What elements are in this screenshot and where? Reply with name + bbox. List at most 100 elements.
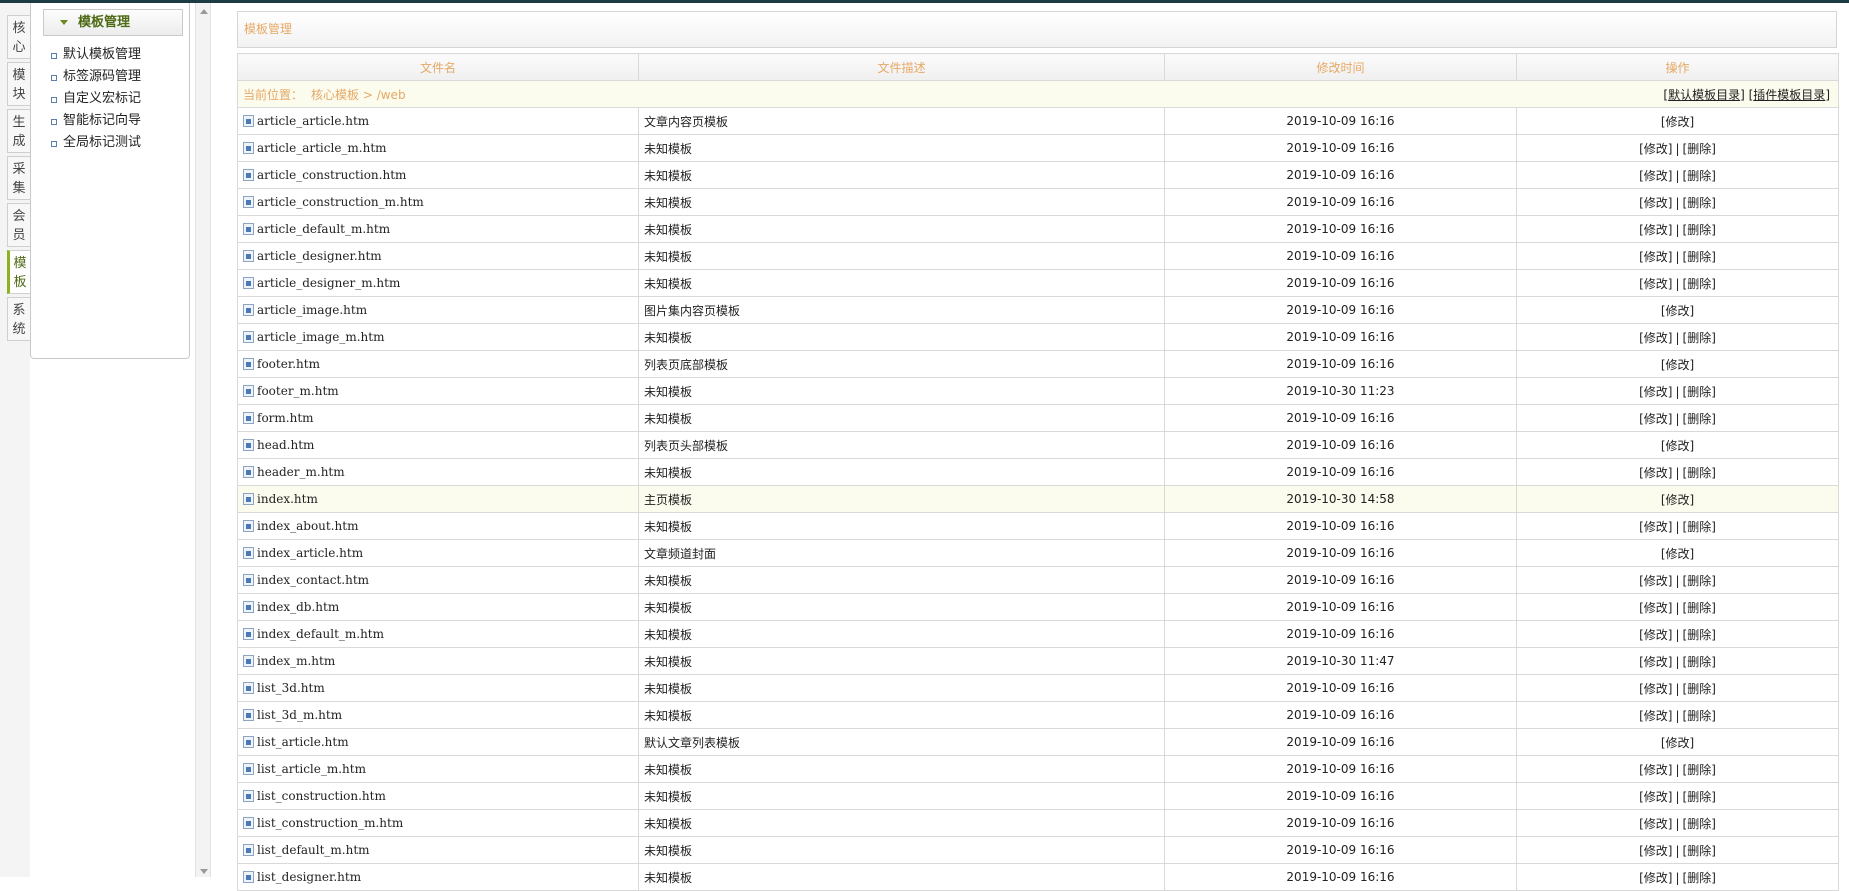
edit-link[interactable]: [修改] (1639, 682, 1672, 696)
filename-link[interactable]: index_default_m.htm (257, 627, 384, 641)
tab-templates[interactable]: 模 板 (7, 250, 30, 294)
delete-link[interactable]: [删除] (1683, 412, 1716, 426)
delete-link[interactable]: [删除] (1683, 142, 1716, 156)
delete-link[interactable]: [删除] (1683, 871, 1716, 885)
filename-link[interactable]: index_about.htm (257, 519, 358, 533)
edit-link[interactable]: [修改] (1639, 169, 1672, 183)
delete-link[interactable]: [删除] (1683, 277, 1716, 291)
filename-link[interactable]: form.htm (257, 411, 314, 425)
delete-link[interactable]: [删除] (1683, 817, 1716, 831)
delete-link[interactable]: [删除] (1683, 520, 1716, 534)
delete-link[interactable]: [删除] (1683, 601, 1716, 615)
tab-modules[interactable]: 模 块 (7, 62, 30, 106)
tab-collect[interactable]: 采 集 (7, 156, 30, 200)
scroll-up-arrow-icon[interactable] (200, 9, 208, 14)
edit-link[interactable]: [修改] (1639, 196, 1672, 210)
filename-link[interactable]: index_contact.htm (257, 573, 369, 587)
delete-link[interactable]: [删除] (1683, 682, 1716, 696)
filename-link[interactable]: article_image_m.htm (257, 330, 385, 344)
tab-members[interactable]: 会 员 (7, 203, 30, 247)
default-template-dir-link[interactable]: 默认模板目录 (1668, 88, 1740, 102)
edit-link[interactable]: [修改] (1639, 331, 1672, 345)
menu-header-templates[interactable]: 模板管理 (43, 9, 183, 36)
delete-link[interactable]: [删除] (1683, 385, 1716, 399)
filename-link[interactable]: footer_m.htm (257, 384, 339, 398)
edit-link[interactable]: [修改] (1639, 142, 1672, 156)
filename-link[interactable]: article_designer.htm (257, 249, 382, 263)
delete-link[interactable]: [删除] (1683, 655, 1716, 669)
delete-link[interactable]: [删除] (1683, 196, 1716, 210)
edit-link[interactable]: [修改] (1639, 385, 1672, 399)
filename-link[interactable]: list_designer.htm (257, 870, 361, 884)
filename-link[interactable]: head.htm (257, 438, 314, 452)
delete-link[interactable]: [删除] (1683, 169, 1716, 183)
edit-link[interactable]: [修改] (1661, 115, 1694, 129)
filename-link[interactable]: list_3d.htm (257, 681, 325, 695)
delete-link[interactable]: [删除] (1683, 844, 1716, 858)
filename-link[interactable]: list_3d_m.htm (257, 708, 342, 722)
edit-link[interactable]: [修改] (1639, 871, 1672, 885)
menu-item[interactable]: 自定义宏标记 (51, 89, 141, 111)
delete-link[interactable]: [删除] (1683, 466, 1716, 480)
filename-link[interactable]: article_construction_m.htm (257, 195, 424, 209)
menu-item[interactable]: 全局标记测试 (51, 133, 141, 155)
edit-link[interactable]: [修改] (1661, 439, 1694, 453)
edit-link[interactable]: [修改] (1639, 844, 1672, 858)
delete-link[interactable]: [删除] (1683, 790, 1716, 804)
menu-item[interactable]: 标签源码管理 (51, 67, 141, 89)
filename-link[interactable]: article_article.htm (257, 114, 369, 128)
edit-link[interactable]: [修改] (1639, 223, 1672, 237)
filename-link[interactable]: article_article_m.htm (257, 141, 387, 155)
edit-link[interactable]: [修改] (1639, 763, 1672, 777)
tab-generate[interactable]: 生 成 (7, 109, 30, 153)
edit-link[interactable]: [修改] (1639, 466, 1672, 480)
delete-link[interactable]: [删除] (1683, 574, 1716, 588)
edit-link[interactable]: [修改] (1639, 520, 1672, 534)
edit-link[interactable]: [修改] (1661, 358, 1694, 372)
edit-link[interactable]: [修改] (1639, 412, 1672, 426)
delete-link[interactable]: [删除] (1683, 223, 1716, 237)
filename-link[interactable]: article_designer_m.htm (257, 276, 400, 290)
scroll-down-arrow-icon[interactable] (200, 869, 208, 874)
edit-link[interactable]: [修改] (1639, 817, 1672, 831)
filename-link[interactable]: index_db.htm (257, 600, 339, 614)
filename-link[interactable]: list_default_m.htm (257, 843, 370, 857)
actions-cell: [修改] | [删除] (1516, 134, 1839, 162)
tab-system[interactable]: 系 统 (7, 297, 30, 341)
filename-link[interactable]: list_article.htm (257, 735, 349, 749)
filename-link[interactable]: list_article_m.htm (257, 762, 366, 776)
filename-link[interactable]: list_construction.htm (257, 789, 386, 803)
edit-link[interactable]: [修改] (1639, 709, 1672, 723)
edit-link[interactable]: [修改] (1639, 601, 1672, 615)
menu-item[interactable]: 默认模板管理 (51, 45, 141, 67)
filename-link[interactable]: footer.htm (257, 357, 320, 371)
frame-scrollbar[interactable] (195, 3, 211, 877)
edit-link[interactable]: [修改] (1639, 574, 1672, 588)
filename-link[interactable]: article_default_m.htm (257, 222, 390, 236)
delete-link[interactable]: [删除] (1683, 250, 1716, 264)
delete-link[interactable]: [删除] (1683, 763, 1716, 777)
filename-link[interactable]: article_construction.htm (257, 168, 406, 182)
filename-link[interactable]: article_image.htm (257, 303, 367, 317)
delete-link[interactable]: [删除] (1683, 628, 1716, 642)
edit-link[interactable]: [修改] (1639, 277, 1672, 291)
edit-link[interactable]: [修改] (1639, 250, 1672, 264)
edit-link[interactable]: [修改] (1661, 547, 1694, 561)
edit-link[interactable]: [修改] (1639, 655, 1672, 669)
edit-link[interactable]: [修改] (1661, 736, 1694, 750)
edit-link[interactable]: [修改] (1639, 628, 1672, 642)
edit-link[interactable]: [修改] (1661, 304, 1694, 318)
column-header-actions: 操作 (1516, 53, 1839, 81)
filename-link[interactable]: index.htm (257, 492, 318, 506)
menu-item[interactable]: 智能标记向导 (51, 111, 141, 133)
delete-link[interactable]: [删除] (1683, 709, 1716, 723)
delete-link[interactable]: [删除] (1683, 331, 1716, 345)
filename-link[interactable]: header_m.htm (257, 465, 345, 479)
filename-link[interactable]: list_construction_m.htm (257, 816, 403, 830)
filename-link[interactable]: index_m.htm (257, 654, 335, 668)
tab-core[interactable]: 核 心 (7, 15, 30, 59)
plugin-template-dir-link[interactable]: 插件模板目录 (1753, 88, 1825, 102)
filename-link[interactable]: index_article.htm (257, 546, 363, 560)
edit-link[interactable]: [修改] (1639, 790, 1672, 804)
edit-link[interactable]: [修改] (1661, 493, 1694, 507)
